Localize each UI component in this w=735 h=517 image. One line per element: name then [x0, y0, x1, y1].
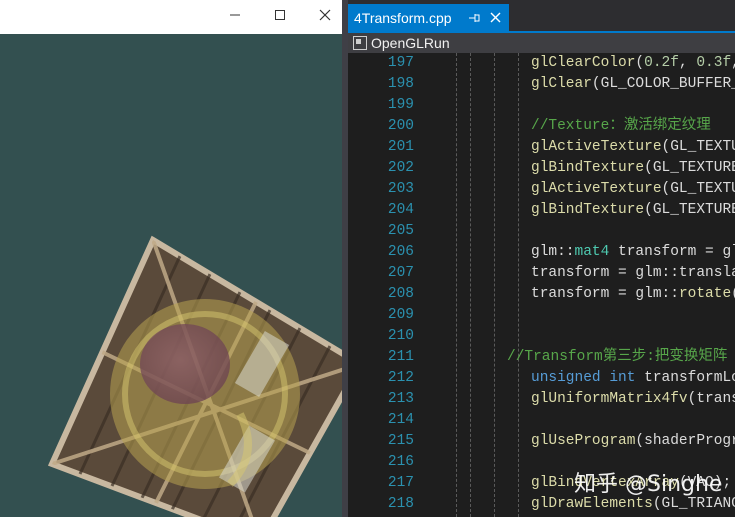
window-titlebar[interactable] — [0, 0, 342, 35]
code-line[interactable]: 198 glClear(GL_COLOR_BUFFER_ — [372, 74, 735, 95]
maximize-button[interactable] — [257, 0, 302, 34]
line-number: 211 — [387, 349, 414, 365]
line-number: 197 — [387, 55, 414, 71]
code-line[interactable]: 204 glBindTexture(GL_TEXTURE — [372, 200, 735, 221]
pin-icon[interactable] — [468, 4, 480, 31]
line-number: 205 — [387, 223, 414, 239]
tab-strip: 4Transform.cpp — [348, 0, 735, 31]
line-number: 203 — [387, 181, 414, 197]
navigation-bar[interactable]: OpenGLRun — [348, 33, 735, 53]
code-editor-pane: 4Transform.cpp OpenGLRun 197 glClearColor… — [348, 0, 735, 517]
code-text: glBindTexture(GL_TEXTURE — [531, 160, 735, 176]
line-number: 209 — [387, 307, 414, 323]
zhihu-watermark: 知乎 @Singhe — [574, 472, 723, 497]
code-text: glActiveTexture(GL_TEXTU — [531, 139, 735, 155]
line-number: 212 — [387, 370, 414, 386]
code-text: glClear(GL_COLOR_BUFFER_ — [531, 76, 735, 92]
line-number: 208 — [387, 286, 414, 302]
code-line[interactable]: 202 glBindTexture(GL_TEXTURE — [372, 158, 735, 179]
code-line[interactable]: 207 transform = glm::transla — [372, 263, 735, 284]
code-line[interactable]: 201 glActiveTexture(GL_TEXTU — [372, 137, 735, 158]
line-number: 216 — [387, 454, 414, 470]
tab-4transform-cpp[interactable]: 4Transform.cpp — [348, 4, 509, 31]
opengl-window — [0, 0, 342, 517]
code-text: //Texture：激活绑定纹理 — [531, 118, 711, 134]
minimize-icon — [229, 8, 241, 26]
code-text: unsigned int transformLo — [531, 370, 735, 386]
code-line[interactable]: 205 — [372, 221, 735, 242]
code-line[interactable]: 215 glUseProgram(shaderProgr — [372, 431, 735, 452]
code-line[interactable]: 200 //Texture：激活绑定纹理 — [372, 116, 735, 137]
code-line[interactable]: 213 glUniformMatrix4fv(trans — [372, 389, 735, 410]
line-number: 214 — [387, 412, 414, 428]
code-text: //Transform第三步:把变换矩阵 — [507, 349, 728, 365]
line-number: 210 — [387, 328, 414, 344]
editor-gutter — [348, 53, 372, 517]
code-text: glUniformMatrix4fv(trans — [531, 391, 735, 407]
code-line[interactable]: 206 glm::mat4 transform = gl — [372, 242, 735, 263]
code-line[interactable]: 214 — [372, 410, 735, 431]
line-number: 199 — [387, 97, 414, 113]
code-text: transform = glm::transla — [531, 265, 735, 281]
code-line[interactable]: 211 //Transform第三步:把变换矩阵 — [372, 347, 735, 368]
line-number: 198 — [387, 76, 414, 92]
code-text: glBindTexture(GL_TEXTURE — [531, 202, 735, 218]
close-tab-icon[interactable] — [490, 4, 501, 31]
maximize-icon — [274, 8, 286, 26]
line-number: 215 — [387, 433, 414, 449]
code-text: glActiveTexture(GL_TEXTU — [531, 181, 735, 197]
line-number: 213 — [387, 391, 414, 407]
line-number: 204 — [387, 202, 414, 218]
line-number: 201 — [387, 139, 414, 155]
project-icon — [353, 36, 367, 50]
code-line[interactable]: 203 glActiveTexture(GL_TEXTU — [372, 179, 735, 200]
line-number: 206 — [387, 244, 414, 260]
line-number: 207 — [387, 265, 414, 281]
code-line[interactable]: 199 — [372, 95, 735, 116]
code-line[interactable]: 197 glClearColor(0.2f, 0.3f, — [372, 53, 735, 74]
code-text: glUseProgram(shaderProgr — [531, 433, 735, 449]
render-viewport — [0, 34, 342, 517]
tab-title: 4Transform.cpp — [354, 9, 452, 26]
line-number: 218 — [387, 496, 414, 512]
line-number: 217 — [387, 475, 414, 491]
project-dropdown-label[interactable]: OpenGLRun — [371, 35, 450, 51]
close-button[interactable] — [302, 0, 342, 34]
code-line[interactable]: 208 transform = glm::rotate( — [372, 284, 735, 305]
code-line[interactable]: 210 — [372, 326, 735, 347]
rotated-textured-quad — [47, 235, 342, 517]
code-line[interactable]: 209 — [372, 305, 735, 326]
line-number: 200 — [387, 118, 414, 134]
code-text-area[interactable]: 197 glClearColor(0.2f, 0.3f, 198 glClear(GL… — [372, 53, 735, 517]
minimize-button[interactable] — [212, 0, 257, 34]
code-text: glClearColor(0.2f, 0.3f, — [531, 55, 735, 71]
code-line[interactable]: 212 unsigned int transformLo — [372, 368, 735, 389]
close-icon — [319, 8, 331, 26]
line-number: 202 — [387, 160, 414, 176]
code-text: transform = glm::rotate( — [531, 286, 735, 302]
code-text: glm::mat4 transform = gl — [531, 244, 735, 260]
